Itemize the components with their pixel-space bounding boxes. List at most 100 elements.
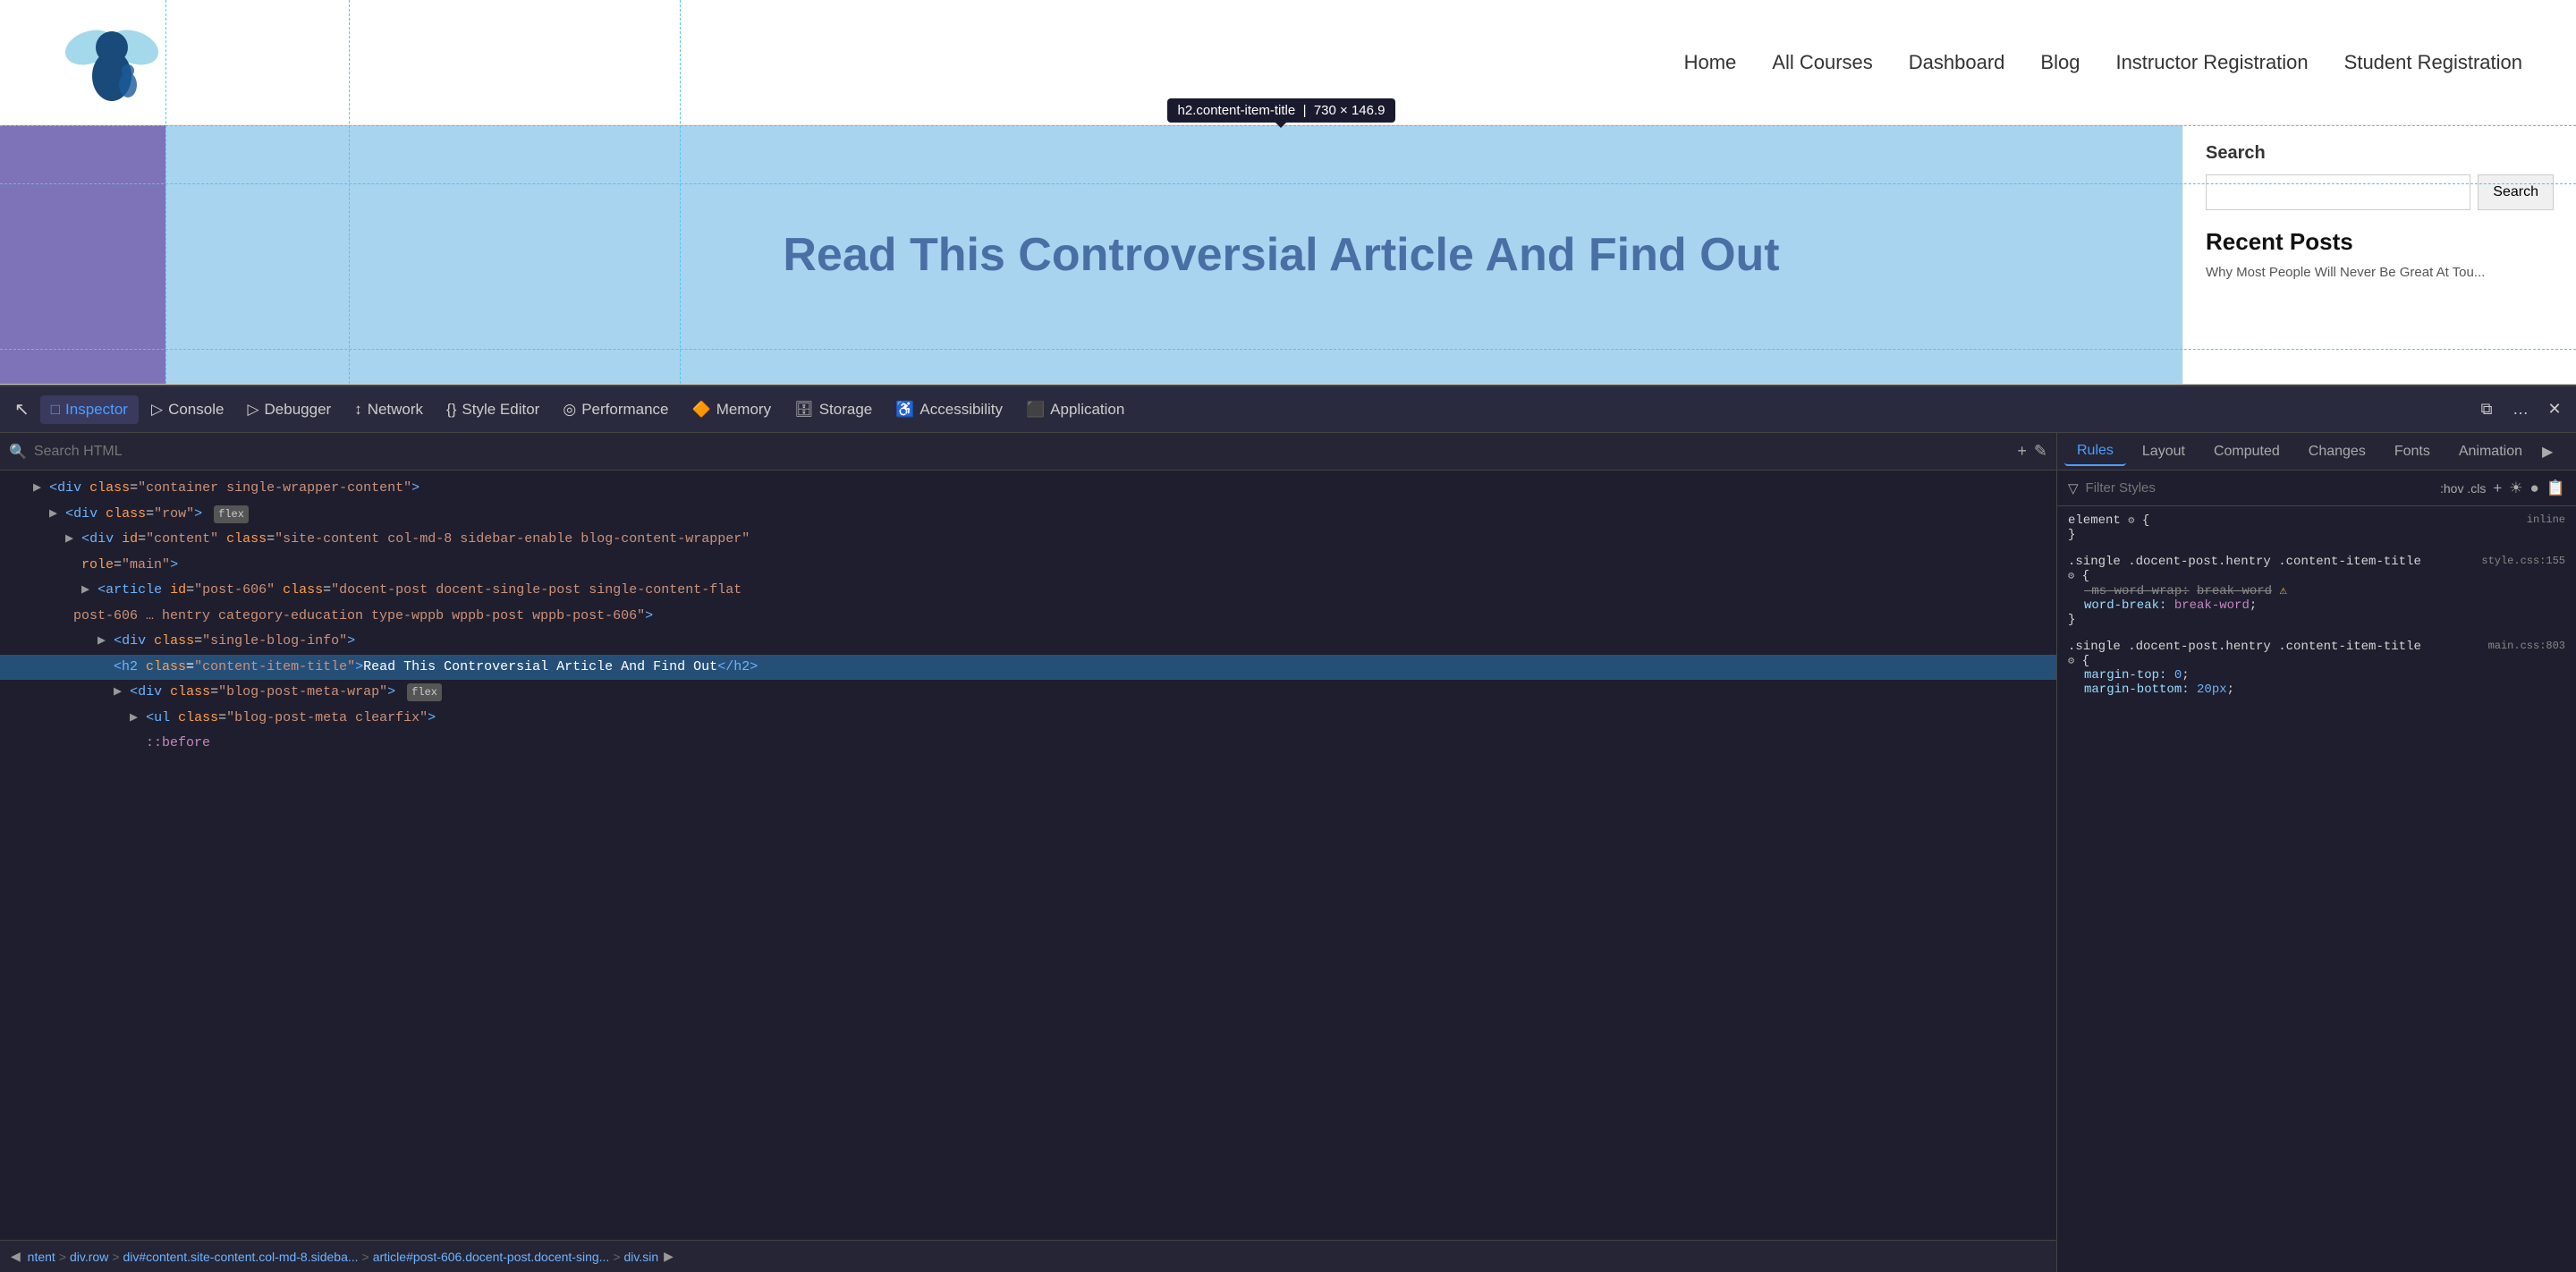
devtools-close-button[interactable]: ✕ [2538,394,2571,426]
devtools-storage-tab[interactable]: 🗄 Storage [784,395,883,424]
styles-tabs: Rules Layout Computed Changes Fonts Anim… [2057,433,2576,471]
search-widget-label: Search [2206,143,2554,164]
gear-icon-2[interactable]: ⚙ [2068,655,2074,667]
memory-icon: 🔶 [692,401,711,419]
devtools-network-tab[interactable]: ↕ Network [343,395,434,424]
breadcrumb-content[interactable]: ntent [28,1250,55,1264]
style-rule-selector: element ⚙ { inline [2068,513,2565,528]
filter-styles-input[interactable] [2086,480,2433,496]
html-tree: ▶ <div class="container single-wrapper-c… [0,471,2056,1240]
tree-line[interactable]: ▶ <div class="row"> flex [0,502,2056,528]
style-rule-1-gear: ⚙ { [2068,569,2565,583]
nav-student-registration[interactable]: Student Registration [2344,51,2522,74]
tree-line[interactable]: ▶ <div class="single-blog-info"> [0,629,2056,655]
element-tooltip: h2.content-item-title | 730 × 146.9 [1167,98,1396,123]
add-node-icon[interactable]: + [2017,442,2027,461]
nav-all-courses[interactable]: All Courses [1772,51,1872,74]
tree-line[interactable]: ::before [0,731,2056,757]
performance-label: Performance [581,401,668,419]
search-input[interactable] [2206,174,2470,210]
tab-rules[interactable]: Rules [2064,437,2126,466]
devtools-application-tab[interactable]: ⬛ Application [1015,395,1135,424]
site-logo [54,9,170,116]
tree-line[interactable]: role="main"> [0,553,2056,579]
search-button[interactable]: Search [2478,174,2554,210]
breadcrumb-div-row[interactable]: div.row [70,1250,108,1264]
network-icon: ↕ [354,401,362,419]
dark-mode-icon[interactable]: ● [2530,479,2539,497]
tab-layout[interactable]: Layout [2130,438,2198,465]
network-label: Network [368,401,423,419]
tree-line-highlighted[interactable]: <h2 class="content-item-title">Read This… [0,655,2056,681]
tab-animation[interactable]: Animation [2446,438,2535,465]
content-item-title: Read This Controversial Article And Find… [765,217,1797,293]
search-widget-panel: Search Search Recent Posts Why Most Peop… [2182,125,2576,385]
breadcrumb-article[interactable]: article#post-606.docent-post.docent-sing… [373,1250,610,1264]
pick-element-icon: ↖ [14,398,30,420]
tree-line[interactable]: post-606 … hentry category-education typ… [0,604,2056,630]
filter-styles-bar: ▽ :hov .cls + ☀ ● 📋 [2057,471,2576,506]
style-editor-label: Style Editor [462,401,539,419]
application-icon: ⬛ [1026,401,1045,419]
pick-color-icon[interactable]: ✎ [2034,442,2047,461]
accessibility-label: Accessibility [919,401,1003,419]
style-prop-2-1: margin-top: 0; [2084,668,2565,683]
search-html-input[interactable] [34,444,2010,460]
inspector-label: Inspector [65,401,128,419]
tree-line[interactable]: ▶ <div class="blog-post-meta-wrap"> flex [0,680,2056,706]
search-row: Search [2206,174,2554,210]
style-prop-1-1: -ms-word-wrap: break-word ⚠ [2084,583,2565,598]
styles-panel: Rules Layout Computed Changes Fonts Anim… [2057,433,2576,1272]
performance-icon: ◎ [563,401,576,419]
devtools-style-editor-tab[interactable]: {} Style Editor [436,395,550,424]
light-mode-icon[interactable]: ☀ [2509,479,2522,497]
debugger-label: Debugger [265,401,332,419]
tree-line[interactable]: ▶ <ul class="blog-post-meta clearfix"> [0,706,2056,732]
storage-icon: 🗄 [794,401,814,419]
tab-computed[interactable]: Computed [2201,438,2292,465]
content-area: h2.content-item-title | 730 × 146.9 Read… [0,125,2576,385]
nav-blog[interactable]: Blog [2040,51,2080,74]
devtools-console-tab[interactable]: ▷ Console [140,395,234,424]
copy-styles-icon[interactable]: 📋 [2546,479,2565,497]
devtools-debugger-tab[interactable]: ▷ Debugger [236,395,342,424]
breadcrumb-bar: ◀ ntent > div.row > div#content.site-con… [0,1240,2056,1272]
console-icon: ▷ [151,401,163,419]
nav-dashboard[interactable]: Dashboard [1909,51,2005,74]
style-source-1: style.css:155 [2481,555,2565,567]
search-html-icon: 🔍 [9,443,27,461]
html-panel: 🔍 + ✎ ▶ <div class="container single-wra… [0,433,2057,1272]
devtools-pick-element[interactable]: ↖ [5,393,38,426]
tree-line[interactable]: ▶ <article id="post-606" class="docent-p… [0,578,2056,604]
style-rule-2-gear: ⚙ { [2068,654,2565,668]
website-preview: Home All Courses Dashboard Blog Instruct… [0,0,2576,385]
devtools-more-button[interactable]: … [2504,394,2537,426]
add-rule-icon[interactable]: + [2493,479,2502,497]
tab-changes[interactable]: Changes [2296,438,2378,465]
style-rule-1-selector: .single .docent-post.hentry .content-ite… [2068,555,2565,569]
tree-line[interactable]: ▶ <div class="container single-wrapper-c… [0,476,2056,502]
tab-fonts[interactable]: Fonts [2382,438,2443,465]
styles-content: element ⚙ { inline } .single .docent-pos… [2057,506,2576,1272]
gear-icon[interactable]: ⚙ [2128,514,2134,527]
devtools-inspector-tab[interactable]: □ Inspector [40,395,139,424]
style-rule-1-close: } [2068,613,2565,627]
warning-icon: ⚠ [2279,584,2286,598]
debugger-icon: ▷ [247,401,258,419]
gear-icon-1[interactable]: ⚙ [2068,570,2074,582]
devtools-accessibility-tab[interactable]: ♿ Accessibility [885,395,1013,424]
breadcrumb-div-sin[interactable]: div.sin [624,1250,659,1264]
devtools-content: 🔍 + ✎ ▶ <div class="container single-wra… [0,433,2576,1272]
breadcrumb-div-content[interactable]: div#content.site-content.col-md-8.sideba… [123,1250,359,1264]
main-content: h2.content-item-title | 730 × 146.9 Read… [165,125,2397,385]
tree-line[interactable]: ▶ <div id="content" class="site-content … [0,527,2056,553]
filter-icon: ▽ [2068,480,2079,496]
devtools-performance-tab[interactable]: ◎ Performance [552,395,679,424]
accessibility-icon: ♿ [895,401,914,419]
nav-home[interactable]: Home [1684,51,1737,74]
devtools-copy-button[interactable]: ⧉ [2470,394,2503,426]
devtools-memory-tab[interactable]: 🔶 Memory [682,395,783,424]
nav-instructor-registration[interactable]: Instructor Registration [2115,51,2308,74]
devtools-toolbar: ↖ □ Inspector ▷ Console ▷ Debugger ↕ Net… [0,386,2576,433]
search-html-bar: 🔍 + ✎ [0,433,2056,471]
